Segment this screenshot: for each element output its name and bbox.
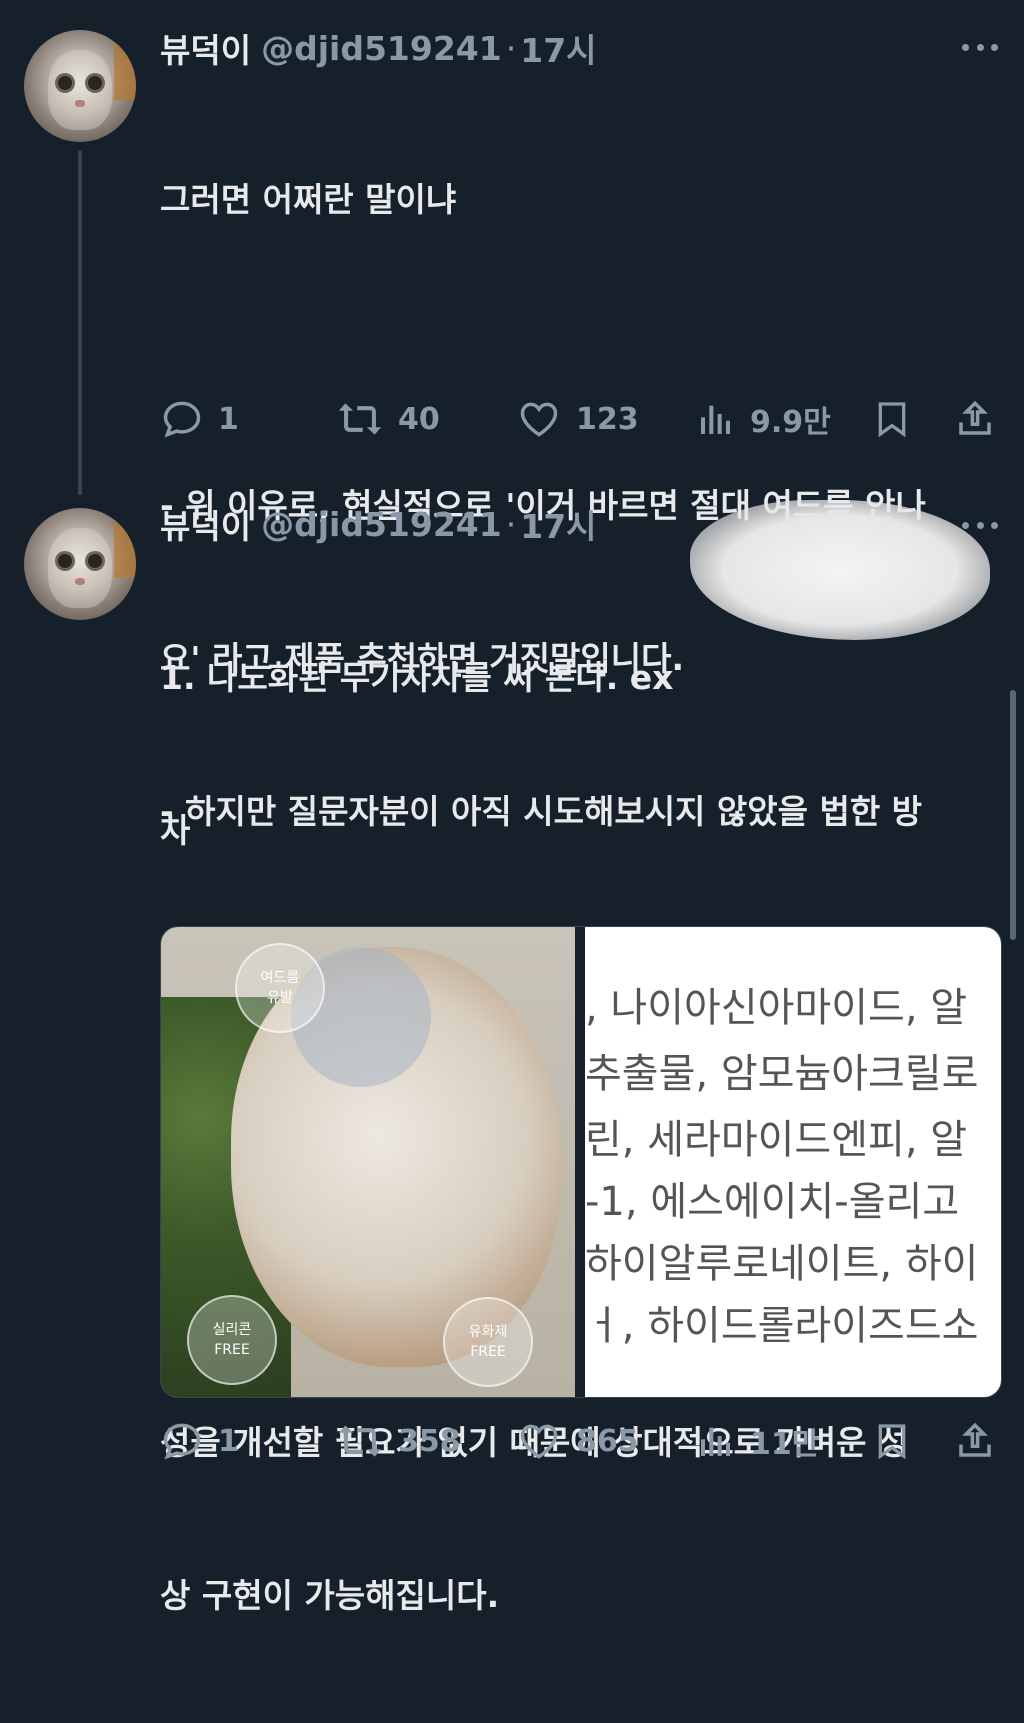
badge-text: FREE <box>470 1344 506 1360</box>
like-count: 123 <box>576 401 639 437</box>
reply-icon <box>163 1423 201 1460</box>
retweet-count: 358 <box>398 1423 461 1459</box>
retweet-button[interactable]: 40 <box>336 394 440 444</box>
tweet-text-line: 상 구현이 가능해집니다. <box>160 1576 500 1615</box>
tweet-text-line: 그러면 어쩌란 말이냐 <box>160 180 457 219</box>
heart-icon <box>520 402 558 437</box>
tweet-time[interactable]: 17시 <box>520 24 596 72</box>
tweet-text-line: 법을 고민해봤어요. <box>160 945 427 984</box>
bookmark-button[interactable] <box>872 394 912 444</box>
retweet-icon <box>338 403 382 435</box>
tweet-header: 뷰덕이 @djid519241 · 17시 <box>160 28 597 71</box>
retweet-count: 40 <box>398 401 440 437</box>
ingredient-line: 린, 세라마이드엔피, 알 <box>585 1117 968 1163</box>
badge-silicone-free: 실리콘 FREE <box>187 1295 277 1385</box>
like-button[interactable]: 123 <box>516 394 639 444</box>
share-button[interactable] <box>954 1416 996 1466</box>
bookmark-button[interactable] <box>872 1416 912 1466</box>
reply-button[interactable]: 1 <box>160 1416 239 1466</box>
views-count: 11만 <box>750 1427 820 1462</box>
author-name[interactable]: 뷰덕이 <box>160 24 251 72</box>
author-handle[interactable]: @djid519241 <box>261 29 502 68</box>
bookmark-icon <box>878 402 906 438</box>
like-count: 865 <box>576 1423 639 1459</box>
retweet-icon <box>338 1425 382 1457</box>
ingredient-line: 하이알루로네이트, 하이 <box>585 1241 979 1287</box>
more-icon[interactable] <box>960 32 1000 62</box>
avatar[interactable] <box>24 30 136 142</box>
badge-text: 실리콘 <box>212 1322 252 1338</box>
reply-count: 1 <box>218 401 239 437</box>
tweet-text-line: - 위 이유로, 현실적으로 '이거 바르면 절대 여드름 안나 <box>160 486 926 525</box>
views-count: 9.9만 <box>750 405 831 440</box>
share-icon <box>959 400 991 435</box>
tweet-text-line: 성을 개선할 필요가 없기 때문에 상대적으로 가벼운 성 <box>160 1423 909 1462</box>
badge-emulsifier-free: 유화제 FREE <box>443 1297 533 1387</box>
tweet-text-line: 조심해야 할 자외선 필터 성분이 더 적고, 돌가루 발림 <box>160 1270 903 1309</box>
heart-icon <box>520 1424 558 1459</box>
badge-text: FREE <box>214 1342 250 1358</box>
views-button[interactable]: 9.9만 <box>696 394 831 444</box>
share-icon <box>959 1422 991 1457</box>
badge-text: 유화제 <box>468 1324 508 1340</box>
ingredient-line: ㅓ, 하이드롤라이즈드소 <box>585 1303 979 1349</box>
tweet-text: 그러면 어쩌란 말이냐 - 위 이유로, 현실적으로 '이거 바르면 절대 여드… <box>160 72 990 1092</box>
tweet-text-line <box>160 327 990 378</box>
tweet-text-line: 차단 필터 역할을 하게 만들었어요. <box>160 1117 644 1156</box>
tweet-text-line: 요' 라고 제품 추천하면 거짓말입니다. <box>160 639 684 678</box>
tweet-actions: 1 358 865 11만 <box>160 1416 1000 1466</box>
views-icon <box>701 405 730 434</box>
tweet-1[interactable]: 뷰덕이 @djid519241 · 17시 그러면 어쩌란 말이냐 - 위 이유… <box>0 0 1024 984</box>
share-button[interactable] <box>954 394 996 444</box>
reply-button[interactable]: 1 <box>160 394 239 444</box>
views-button[interactable]: 11만 <box>696 1416 819 1466</box>
ingredient-line: -1, 에스에이치-올리고 <box>585 1179 960 1225</box>
avatar[interactable] <box>24 508 136 620</box>
bookmark-icon <box>878 1424 906 1460</box>
reply-count: 1 <box>218 1423 239 1459</box>
retweet-button[interactable]: 358 <box>336 1416 461 1466</box>
tweet-actions: 1 40 123 9.9만 <box>160 394 1000 444</box>
scrollbar[interactable] <box>1010 690 1016 940</box>
reply-icon <box>163 401 201 438</box>
views-icon <box>701 1427 730 1456</box>
tweet-text-line: - 하지만 질문자분이 아직 시도해보시지 않았을 법한 방 <box>160 792 923 831</box>
like-button[interactable]: 865 <box>516 1416 639 1466</box>
